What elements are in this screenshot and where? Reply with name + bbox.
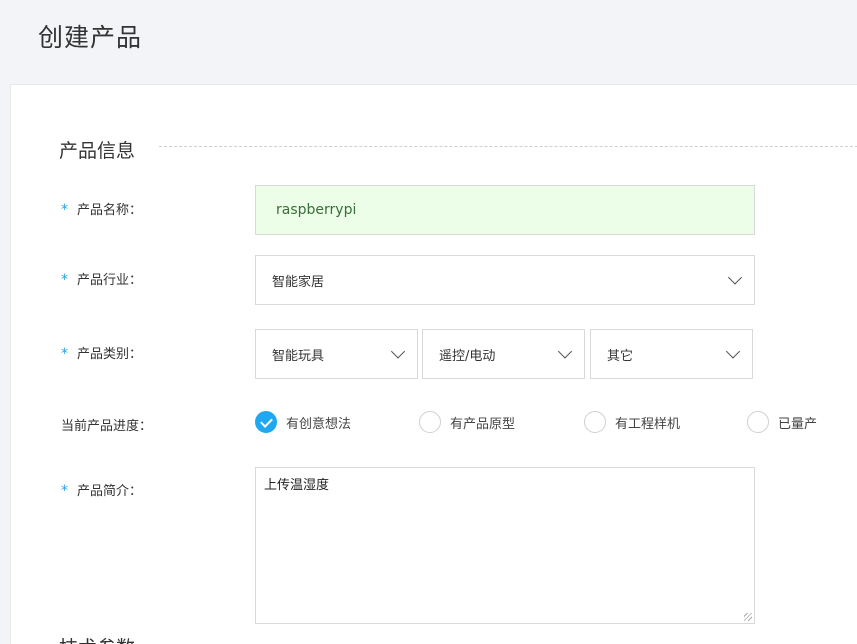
page-title: 创建产品 — [38, 23, 143, 52]
required-mark: * — [61, 346, 68, 362]
product-industry-label-text: 产品行业： — [77, 273, 143, 288]
chevron-down-icon — [727, 270, 743, 285]
required-mark: * — [61, 483, 68, 499]
category-level1-value: 智能玩具 — [272, 348, 325, 364]
product-progress-label-text: 当前产品进度： — [61, 419, 153, 434]
chevron-down-icon — [557, 344, 573, 359]
product-category-select-2[interactable]: 遥控/电动 — [422, 329, 585, 379]
product-intro-label: * 产品简介： — [61, 480, 142, 499]
radio-circle-icon[interactable] — [747, 411, 769, 433]
section-divider — [159, 146, 857, 147]
section-header-product-info: 产品信息 — [59, 136, 857, 162]
section-title-tech-params: 技术参数 — [59, 633, 135, 644]
product-name-label-text: 产品名称： — [77, 203, 143, 218]
chevron-down-icon — [725, 344, 741, 359]
chevron-down-icon — [390, 344, 406, 359]
product-name-input[interactable]: raspberrypi — [255, 185, 755, 235]
progress-option-label: 有产品原型 — [450, 416, 516, 432]
progress-option-idea[interactable]: 有创意想法 — [255, 411, 351, 433]
progress-option-label: 已量产 — [778, 416, 818, 432]
radio-circle-icon[interactable] — [419, 411, 441, 433]
product-industry-select[interactable]: 智能家居 — [255, 255, 755, 305]
progress-option-label: 有创意想法 — [286, 416, 352, 432]
product-category-label-text: 产品类别： — [77, 347, 143, 362]
product-industry-value: 智能家居 — [272, 274, 325, 290]
product-category-label: * 产品类别： — [61, 343, 142, 362]
progress-option-mass-produced[interactable]: 已量产 — [747, 411, 817, 433]
product-progress-label: 当前产品进度： — [61, 415, 152, 434]
product-name-label: * 产品名称： — [61, 199, 142, 218]
page-header: 创建产品 — [0, 0, 857, 84]
product-intro-textarea[interactable]: 上传温湿度 — [255, 467, 755, 624]
product-intro-label-text: 产品简介： — [77, 484, 143, 499]
product-category-select-3[interactable]: 其它 — [590, 329, 753, 379]
progress-option-engineering-sample[interactable]: 有工程样机 — [584, 411, 680, 433]
category-level3-value: 其它 — [607, 348, 634, 364]
category-level2-value: 遥控/电动 — [439, 348, 496, 364]
check-icon[interactable] — [255, 411, 277, 433]
product-intro-value: 上传温湿度 — [264, 478, 330, 493]
progress-option-label: 有工程样机 — [615, 416, 681, 432]
resize-grip-icon[interactable] — [744, 613, 752, 621]
progress-option-prototype[interactable]: 有产品原型 — [419, 411, 515, 433]
form-panel: 产品信息 * 产品名称： raspberrypi * 产品行业： 智能家居 * 产品类… — [10, 84, 857, 644]
section-title: 产品信息 — [59, 140, 136, 162]
required-mark: * — [61, 272, 68, 288]
product-name-value: raspberrypi — [276, 202, 357, 218]
product-category-select-1[interactable]: 智能玩具 — [255, 329, 418, 379]
product-industry-label: * 产品行业： — [61, 269, 142, 288]
required-mark: * — [61, 202, 68, 218]
radio-circle-icon[interactable] — [584, 411, 606, 433]
